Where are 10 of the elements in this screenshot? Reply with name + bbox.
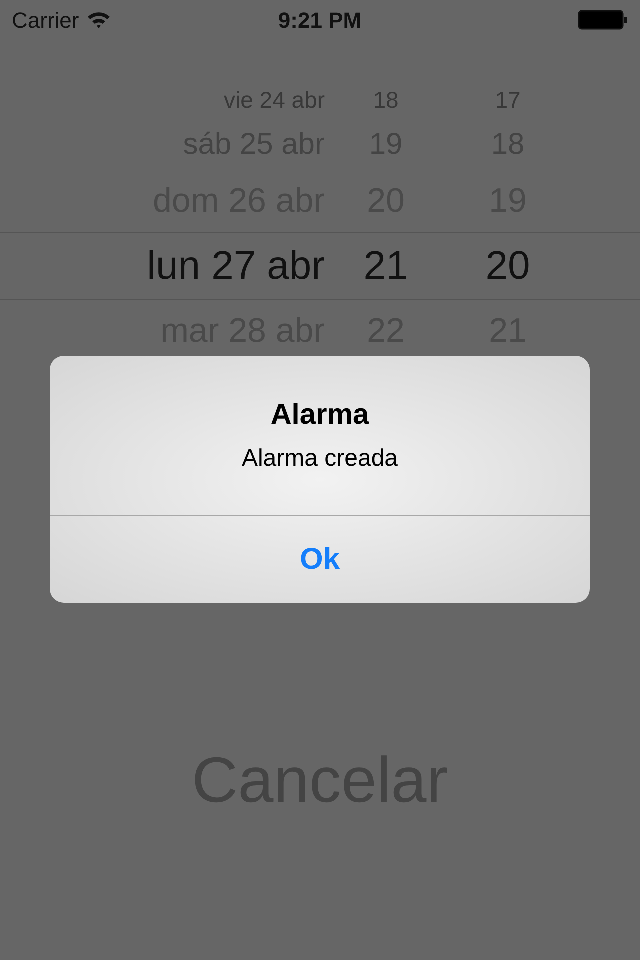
battery-icon: [578, 10, 628, 30]
alert-title: Alarma: [270, 398, 370, 432]
hour-option[interactable]: 21: [356, 236, 416, 296]
carrier-label: Carrier: [12, 6, 80, 34]
date-option[interactable]: lun 27 abr: [0, 236, 325, 296]
ok-button[interactable]: Ok: [50, 516, 590, 603]
clock-time: 9:21 PM: [277, 6, 363, 34]
alert-message: Alarma creada: [242, 444, 398, 474]
minute-option[interactable]: 20: [478, 236, 538, 296]
wifi-icon: [87, 11, 112, 29]
